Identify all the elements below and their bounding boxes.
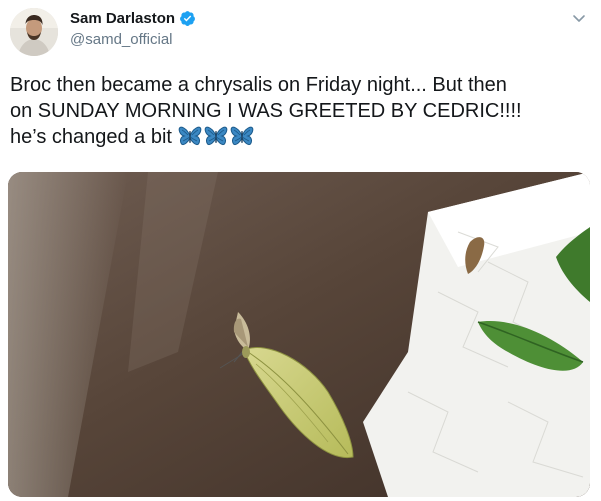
- tweet-media-photo[interactable]: [8, 172, 590, 497]
- avatar[interactable]: [10, 8, 58, 56]
- tweet-text-line-2: on SUNDAY MORNING I WAS GREETED BY CEDRI…: [10, 100, 522, 122]
- author-display-name[interactable]: Sam Darlaston: [70, 10, 175, 27]
- tweet-card: Sam Darlaston @samd_official Broc then b…: [0, 0, 601, 501]
- butterfly-emoji-icon: [178, 126, 202, 145]
- author-name-row[interactable]: Sam Darlaston: [70, 10, 196, 27]
- butterfly-photo-image: [8, 172, 590, 497]
- tweet-text-line-1: Broc then became a chrysalis on Friday n…: [10, 74, 507, 96]
- butterfly-emoji-group: [176, 124, 254, 150]
- verified-badge-icon: [180, 11, 195, 26]
- tweet-text: Broc then became a chrysalis on Friday n…: [10, 72, 590, 150]
- butterfly-emoji-icon: [230, 126, 254, 145]
- butterfly-emoji-icon: [204, 126, 228, 145]
- author-handle[interactable]: @samd_official: [70, 31, 173, 48]
- avatar-image: [10, 8, 58, 56]
- chevron-down-icon[interactable]: [571, 10, 587, 26]
- tweet-text-line-3: he’s changed a bit: [10, 126, 172, 148]
